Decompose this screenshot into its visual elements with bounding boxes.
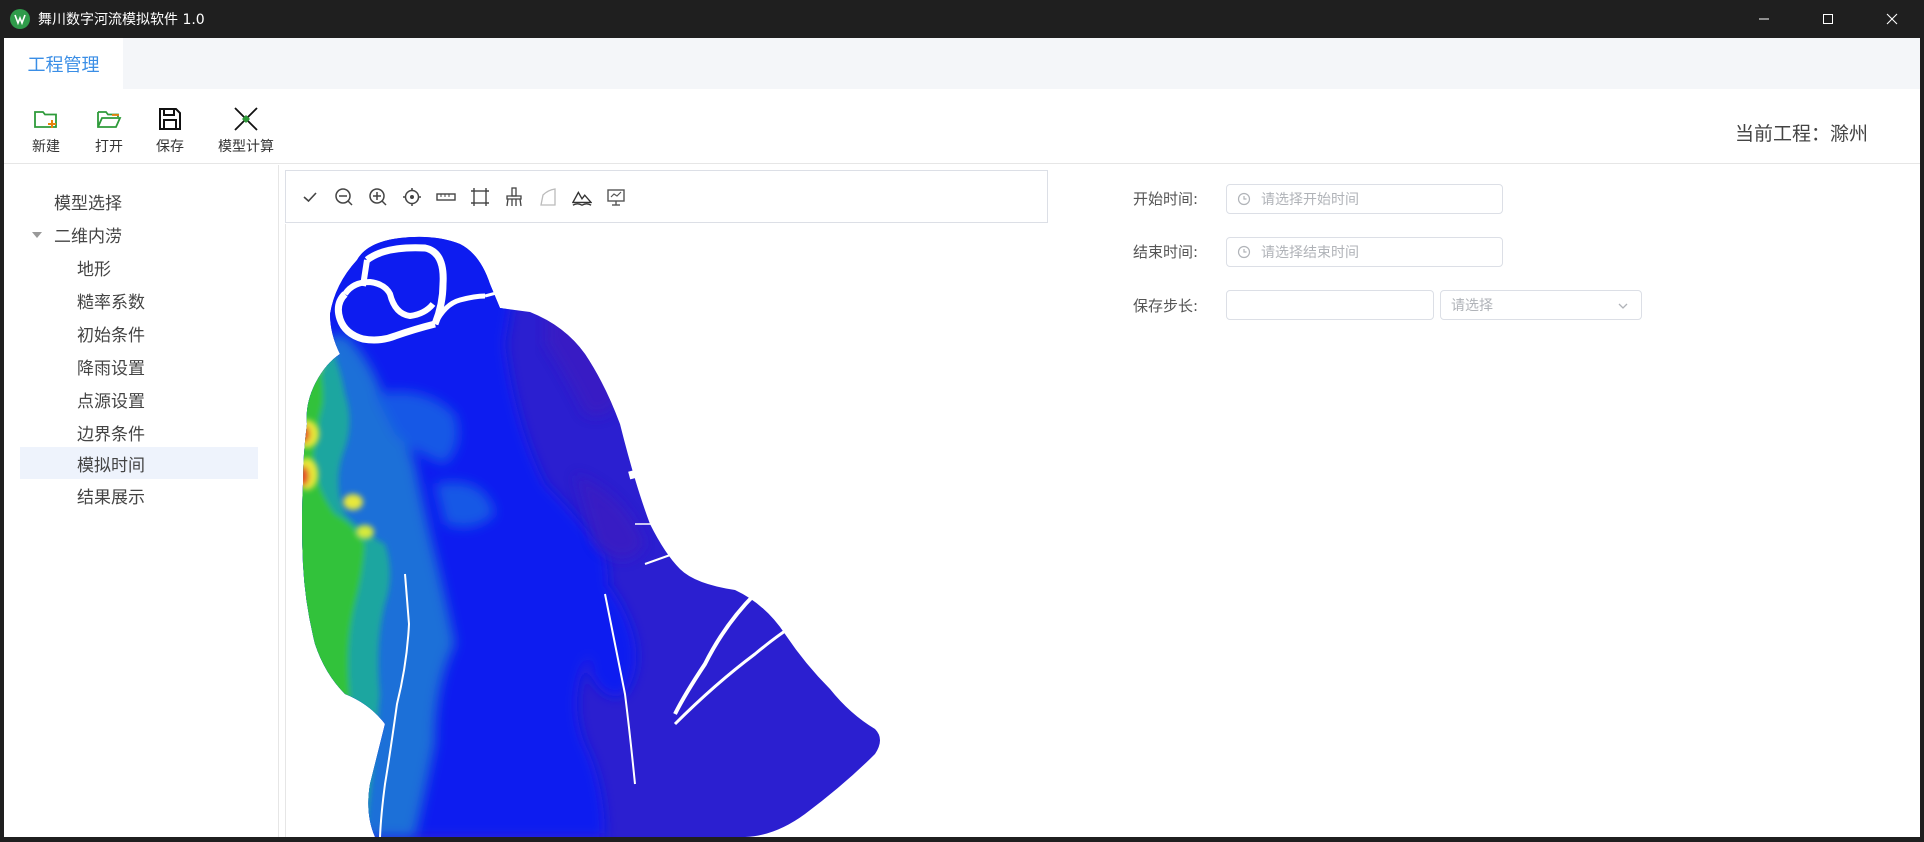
save-icon [159, 108, 181, 130]
app-logo-icon [10, 9, 30, 29]
tree-item-label: 结果展示 [77, 487, 145, 508]
main-toolbar: 新建 打开 保存 模型计算 当前工程：滁州 [4, 89, 1920, 164]
close-button[interactable] [1860, 0, 1924, 38]
model-compute-button[interactable]: 模型计算 [218, 105, 274, 156]
window-frame-left [0, 38, 4, 842]
maximize-icon [1823, 14, 1833, 24]
zoom-in-icon[interactable] [368, 187, 388, 207]
tree-item-label: 模拟时间 [77, 455, 145, 476]
tree-item-point-source[interactable]: 点源设置 [20, 383, 258, 415]
tree-item-label: 模型选择 [54, 193, 122, 214]
clear-icon[interactable] [504, 186, 524, 207]
check-icon[interactable] [300, 187, 320, 207]
minimize-icon [1759, 18, 1769, 20]
clock-icon [1237, 192, 1251, 206]
open-folder-icon [97, 111, 122, 128]
step-unit-select[interactable]: 请选择 [1440, 290, 1642, 320]
window-title: 舞川数字河流模拟软件 1.0 [38, 12, 205, 28]
tree-item-results[interactable]: 结果展示 [20, 479, 258, 511]
title-bar: 舞川数字河流模拟软件 1.0 [0, 0, 1924, 38]
window-frame-right [1920, 38, 1924, 842]
start-time-placeholder: 请选择开始时间 [1261, 192, 1359, 208]
tree-item-model-select[interactable]: 模型选择 [20, 185, 258, 217]
tree-item-rainfall[interactable]: 降雨设置 [20, 350, 258, 382]
locate-icon[interactable] [402, 187, 422, 207]
step-unit-placeholder: 请选择 [1451, 298, 1493, 314]
save-step-label: 保存步长: [1133, 297, 1199, 315]
save-label: 保存 [156, 139, 184, 155]
tree-item-label: 地形 [77, 259, 111, 280]
tree-item-label: 点源设置 [77, 391, 145, 412]
model-tree: 模型选择 二维内涝 地形 糙率系数 初始条件 降雨设置 点源设置 边界条件 模拟… [4, 165, 279, 837]
save-step-input[interactable] [1226, 290, 1434, 320]
tree-item-label: 降雨设置 [77, 358, 145, 379]
minimize-button[interactable] [1732, 0, 1796, 38]
save-button[interactable]: 保存 [156, 105, 184, 156]
new-folder-icon [34, 111, 57, 128]
end-time-label: 结束时间: [1133, 243, 1199, 261]
tree-item-2d-flood[interactable]: 二维内涝 [20, 218, 258, 250]
new-label: 新建 [32, 139, 60, 155]
end-time-placeholder: 请选择结束时间 [1261, 245, 1359, 261]
screen-icon[interactable] [606, 187, 626, 207]
window-frame-bottom [0, 837, 1924, 842]
open-label: 打开 [95, 139, 123, 155]
tree-item-boundary[interactable]: 边界条件 [20, 416, 258, 448]
tree-item-label: 糙率系数 [77, 292, 145, 313]
clock-icon [1237, 245, 1251, 259]
tree-item-label: 二维内涝 [54, 226, 122, 247]
start-time-label: 开始时间: [1133, 190, 1199, 208]
current-project-label: 当前工程：滁州 [1734, 123, 1868, 145]
zoom-out-icon[interactable] [334, 187, 354, 207]
tree-item-roughness[interactable]: 糙率系数 [20, 284, 258, 316]
new-button[interactable]: 新建 [32, 105, 60, 156]
polygon-icon[interactable] [538, 187, 558, 207]
tree-item-label: 初始条件 [77, 325, 145, 346]
close-icon [1886, 13, 1898, 25]
tree-item-simulation-time[interactable]: 模拟时间 [20, 447, 258, 479]
open-button[interactable]: 打开 [95, 105, 123, 156]
measure-icon[interactable] [436, 187, 456, 207]
compute-label: 模型计算 [218, 139, 274, 155]
menu-tab-bar: 工程管理 [4, 38, 1920, 89]
tree-item-label: 边界条件 [77, 424, 145, 445]
terrain-icon[interactable] [572, 187, 592, 207]
start-time-input[interactable]: 请选择开始时间 [1226, 184, 1503, 214]
terrain-map[interactable] [285, 224, 1048, 837]
end-time-input[interactable]: 请选择结束时间 [1226, 237, 1503, 267]
tree-item-terrain[interactable]: 地形 [20, 251, 258, 283]
map-toolbar [285, 170, 1048, 223]
caret-down-icon[interactable] [32, 232, 42, 238]
tree-item-initial-conditions[interactable]: 初始条件 [20, 317, 258, 349]
chevron-down-icon [1618, 303, 1628, 309]
full-extent-icon[interactable] [470, 187, 490, 207]
compute-icon [234, 107, 258, 131]
maximize-button[interactable] [1796, 0, 1860, 38]
tab-project-management[interactable]: 工程管理 [4, 38, 123, 89]
